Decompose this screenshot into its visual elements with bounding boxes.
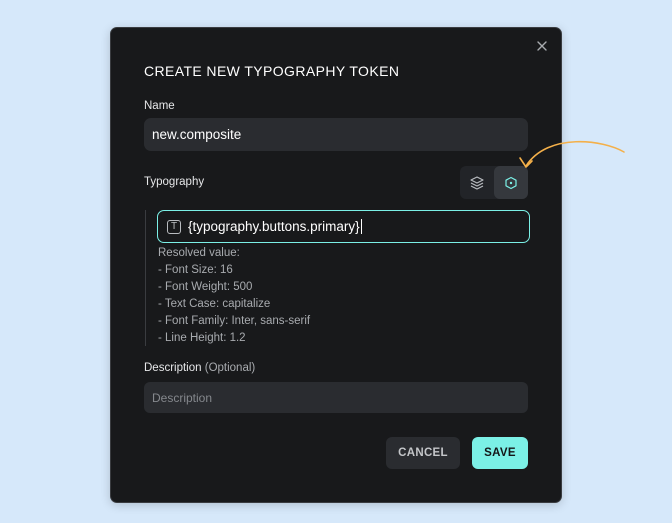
close-icon[interactable] [535, 39, 549, 53]
resolved-line: - Font Weight: 500 [158, 281, 253, 293]
text-caret [360, 219, 362, 235]
description-optional-hint: (Optional) [204, 362, 256, 374]
dialog-title: CREATE NEW TYPOGRAPHY TOKEN [144, 63, 400, 79]
typography-reference-input[interactable]: T {typography.buttons.primary} [157, 210, 530, 243]
resolved-line: - Text Case: capitalize [158, 298, 271, 310]
reference-block: T {typography.buttons.primary} Resolved … [145, 210, 530, 346]
description-input[interactable]: Description [144, 382, 528, 413]
save-button[interactable]: SAVE [472, 437, 528, 469]
layers-icon [470, 175, 484, 190]
description-label-text: Description [144, 362, 202, 374]
name-label: Name [144, 100, 175, 112]
resolved-line: - Font Family: Inter, sans-serif [158, 315, 311, 327]
text-type-icon: T [167, 219, 181, 234]
cancel-button[interactable]: CANCEL [386, 437, 460, 469]
description-label: Description (Optional) [144, 362, 255, 374]
resolved-line: - Line Height: 1.2 [158, 332, 246, 344]
mode-button-layers[interactable] [460, 166, 494, 199]
resolved-value-panel: Resolved value: - Font Size: 16 - Font W… [158, 245, 310, 347]
typography-label: Typography [144, 176, 205, 188]
description-placeholder: Description [152, 390, 213, 405]
resolved-title: Resolved value: [158, 247, 240, 259]
hexagon-reference-icon [505, 176, 517, 189]
reference-value: {typography.buttons.primary} [188, 218, 362, 235]
annotation-arrow-icon [519, 140, 625, 168]
create-token-dialog: CREATE NEW TYPOGRAPHY TOKEN Name new.com… [110, 27, 562, 503]
name-input[interactable]: new.composite [144, 118, 528, 151]
name-input-value: new.composite [152, 127, 242, 142]
resolved-line: - Font Size: 16 [158, 264, 233, 276]
